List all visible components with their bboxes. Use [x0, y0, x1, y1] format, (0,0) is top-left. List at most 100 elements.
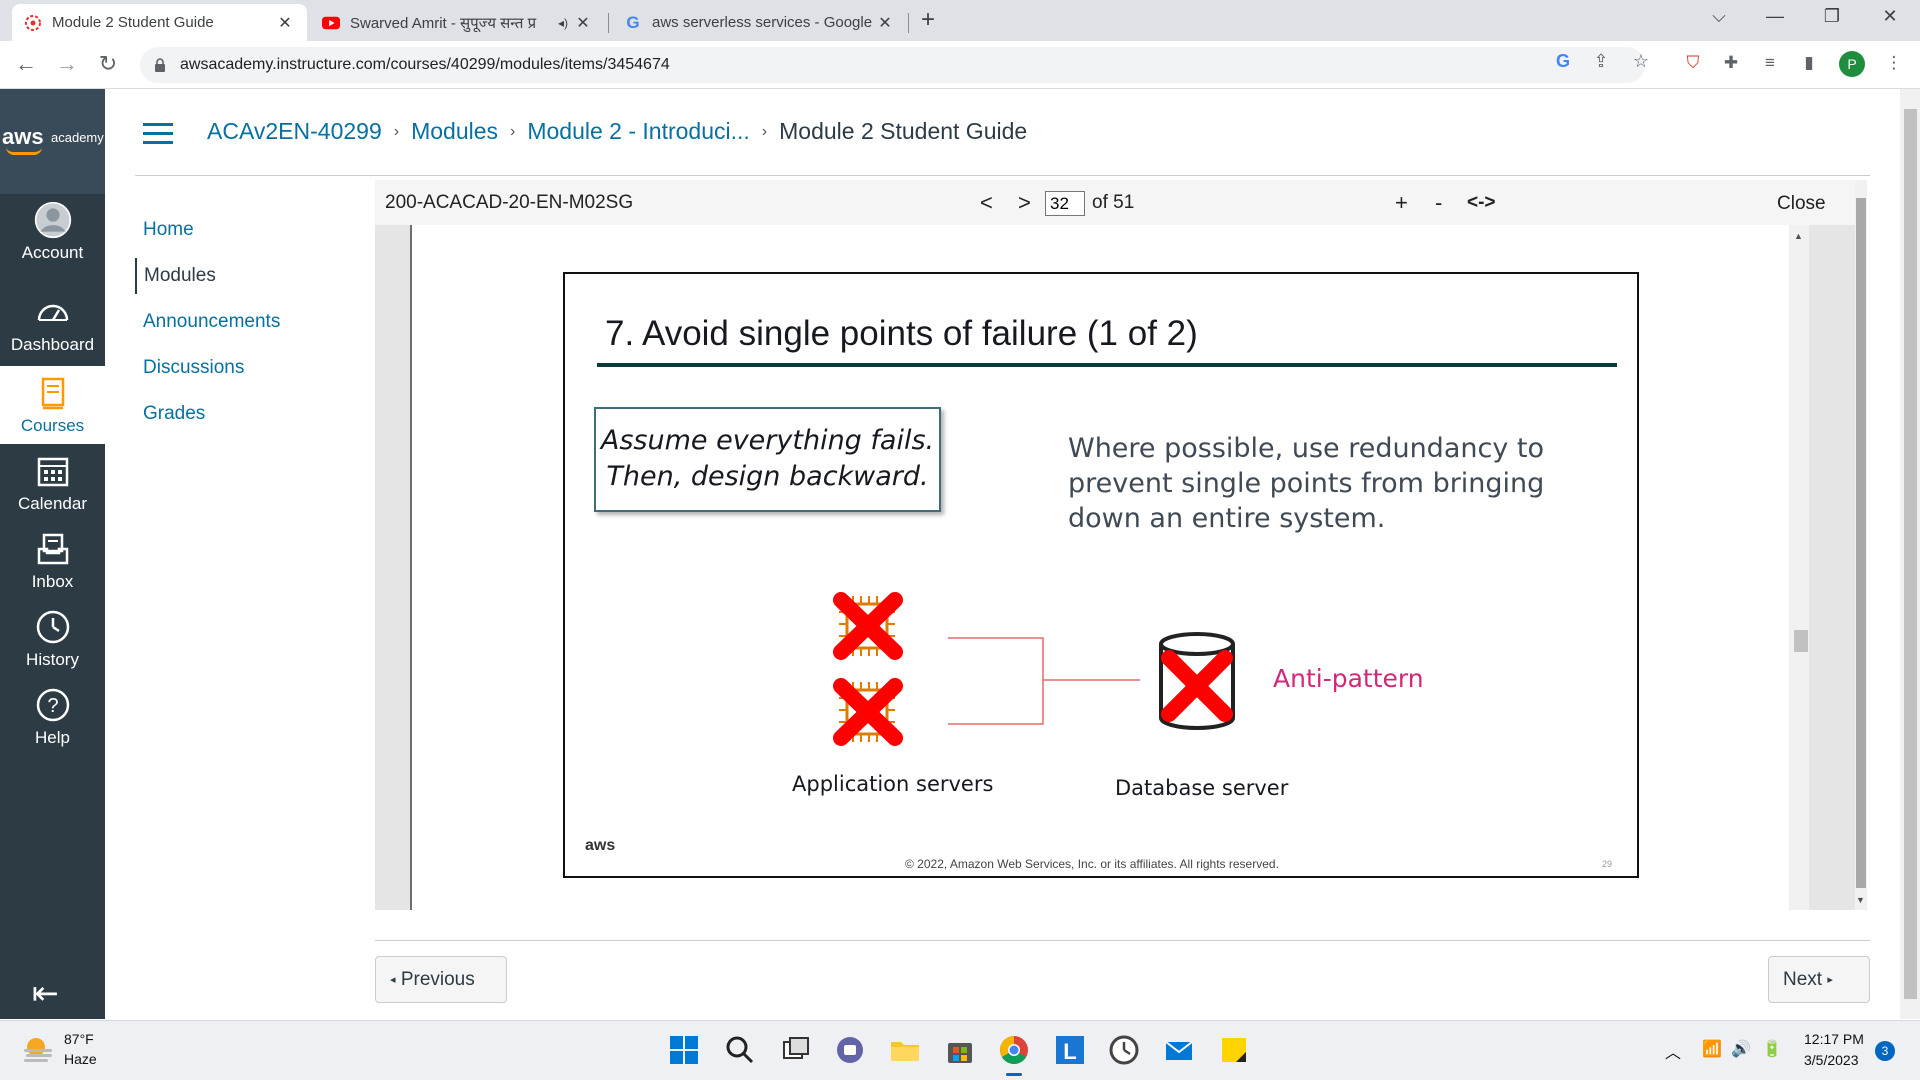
next-page-button[interactable]: > — [1018, 190, 1031, 216]
course-nav-announcements[interactable]: Announcements — [135, 304, 280, 340]
gnav-history[interactable]: History — [0, 600, 105, 676]
teams-chat-icon[interactable] — [834, 1034, 866, 1066]
sticky-notes-icon[interactable] — [1218, 1034, 1250, 1066]
scroll-down-icon[interactable]: ▼ — [1856, 895, 1865, 905]
minimize-button[interactable]: — — [1763, 6, 1787, 27]
slide-aws-logo: aws — [585, 837, 616, 854]
search-icon[interactable] — [724, 1034, 756, 1066]
restore-button[interactable]: ❐ — [1820, 6, 1844, 27]
next-button[interactable]: Next ▸ — [1768, 956, 1870, 1003]
profile-avatar[interactable]: P — [1839, 51, 1865, 77]
breadcrumb-modules[interactable]: Modules — [411, 118, 498, 145]
extension-shield-icon[interactable]: ⛉ — [1681, 53, 1705, 73]
gnav-courses[interactable]: Courses — [0, 366, 105, 444]
address-bar[interactable]: awsacademy.instructure.com/courses/40299… — [140, 47, 1645, 83]
tab-module-2-student-guide[interactable]: Module 2 Student Guide ✕ — [12, 4, 307, 41]
calendar-icon — [37, 457, 68, 487]
breadcrumb-module[interactable]: Module 2 - Introduci... — [527, 118, 749, 145]
anti-pattern-label: Anti-pattern — [1273, 664, 1424, 693]
tab-title: Module 2 Student Guide — [52, 14, 214, 31]
microsoft-store-icon[interactable] — [944, 1034, 976, 1066]
chrome-icon[interactable] — [998, 1034, 1030, 1066]
previous-button[interactable]: ◂ Previous — [375, 956, 507, 1003]
page-scrollbar-thumb[interactable] — [1794, 630, 1808, 652]
course-nav-grades[interactable]: Grades — [135, 396, 205, 432]
gnav-label: Inbox — [31, 572, 74, 591]
close-icon[interactable]: ✕ — [875, 13, 895, 33]
tab-title: Swarved Amrit - सुपूज्य सन्त प्र — [350, 14, 537, 32]
side-panel-icon[interactable]: ▮ — [1797, 53, 1821, 73]
browser-toolbar: ← → ↻ awsacademy.instructure.com/courses… — [0, 41, 1920, 89]
course-nav-modules[interactable]: Modules — [135, 258, 216, 294]
page-scrollbar[interactable]: ▲ — [1789, 225, 1809, 910]
mail-icon[interactable] — [1163, 1034, 1195, 1066]
more-menu-icon[interactable]: ⋮ — [1882, 53, 1906, 73]
clock-app-icon[interactable] — [1108, 1034, 1140, 1066]
viewer-scrollbar-thumb[interactable] — [1856, 198, 1866, 888]
fit-width-button[interactable]: <-> — [1467, 192, 1496, 214]
bookmark-star-icon[interactable]: ☆ — [1628, 51, 1654, 72]
breadcrumb-course[interactable]: ACAv2EN-40299 — [207, 118, 382, 145]
close-icon[interactable]: ✕ — [573, 13, 593, 33]
active-app-indicator — [1006, 1073, 1022, 1076]
zoom-out-button[interactable]: - — [1435, 190, 1442, 216]
tab-separator — [608, 13, 609, 33]
gnav-inbox[interactable]: Inbox — [0, 522, 105, 598]
breadcrumb-current: Module 2 Student Guide — [779, 118, 1028, 144]
l-app-icon[interactable]: L — [1054, 1034, 1086, 1066]
clock-date[interactable]: 3/5/2023 — [1804, 1052, 1859, 1068]
clock-time[interactable]: 12:17 PM — [1804, 1031, 1864, 1047]
gnav-help[interactable]: ? Help — [0, 678, 105, 754]
weather-haze-icon — [24, 1038, 52, 1062]
close-viewer-button[interactable]: Close — [1777, 193, 1826, 215]
battery-icon[interactable]: 🔋 — [1762, 1039, 1782, 1059]
window-close-button[interactable]: ✕ — [1878, 6, 1902, 27]
viewer-scrollbar[interactable]: ▼ — [1855, 180, 1867, 910]
courses-book-icon — [41, 377, 64, 410]
google-lens-icon[interactable]: G — [1550, 51, 1576, 72]
weather-temperature[interactable]: 87°F — [64, 1031, 94, 1047]
page-scrollbar-main-thumb[interactable] — [1904, 109, 1917, 999]
volume-icon[interactable]: 🔊 — [1731, 1039, 1751, 1059]
scroll-up-icon[interactable]: ▲ — [1794, 231, 1803, 241]
close-icon[interactable]: ✕ — [275, 13, 295, 33]
application-servers-label: Application servers — [792, 772, 994, 796]
tab-google-search[interactable]: G aws serverless services - Google S ✕ — [612, 4, 907, 41]
previous-page-button[interactable]: < — [980, 190, 993, 216]
svg-text:L: L — [1063, 1039, 1076, 1064]
wifi-icon[interactable]: 📶 — [1702, 1039, 1722, 1059]
connector-lines — [948, 637, 1140, 725]
gnav-dashboard[interactable]: Dashboard — [0, 293, 105, 369]
task-view-icon[interactable] — [780, 1034, 812, 1066]
slide-page: 7. Avoid single points of failure (1 of … — [563, 272, 1639, 878]
viewer-toolbar: 200-ACACAD-20-EN-M02SG < > of 51 + - <->… — [375, 180, 1855, 225]
page-number-input[interactable] — [1045, 191, 1085, 216]
share-icon[interactable]: ⇪ — [1588, 51, 1614, 72]
collapse-nav-icon[interactable]: ⇤ — [32, 974, 59, 1012]
reload-button[interactable]: ↻ — [94, 51, 122, 77]
page-scrollbar-main[interactable] — [1900, 89, 1920, 1019]
windows-start-icon[interactable] — [668, 1034, 700, 1066]
zoom-in-button[interactable]: + — [1395, 190, 1408, 216]
new-tab-button[interactable]: + — [921, 6, 935, 34]
extensions-puzzle-icon[interactable]: ✚ — [1719, 53, 1743, 73]
chevron-right-icon: › — [393, 122, 400, 140]
forward-button[interactable]: → — [53, 51, 81, 77]
aws-academy-logo[interactable]: aws academy — [0, 89, 105, 194]
caret-left-icon: ◂ — [390, 974, 396, 986]
back-button[interactable]: ← — [12, 51, 40, 77]
tab-youtube[interactable]: Swarved Amrit - सुपूज्य सन्त प्र ◂) ✕ — [310, 4, 605, 41]
notification-badge[interactable]: 3 — [1875, 1041, 1895, 1061]
weather-description[interactable]: Haze — [64, 1051, 97, 1067]
course-nav-discussions[interactable]: Discussions — [135, 350, 244, 386]
file-explorer-icon[interactable] — [889, 1034, 921, 1066]
gnav-account[interactable]: Account — [0, 201, 105, 277]
gnav-calendar[interactable]: Calendar — [0, 444, 105, 520]
tab-search-chevron-icon[interactable]: ⌵ — [1707, 6, 1731, 27]
speaker-icon[interactable]: ◂) — [553, 16, 573, 30]
course-nav-home[interactable]: Home — [135, 212, 194, 248]
hamburger-menu-icon[interactable] — [143, 123, 173, 145]
media-control-icon[interactable]: ≡ — [1758, 53, 1782, 73]
tray-overflow-chevron-icon[interactable]: ︿ — [1665, 1039, 1681, 1063]
browser-tab-strip: Module 2 Student Guide ✕ Swarved Amrit -… — [0, 0, 1920, 41]
